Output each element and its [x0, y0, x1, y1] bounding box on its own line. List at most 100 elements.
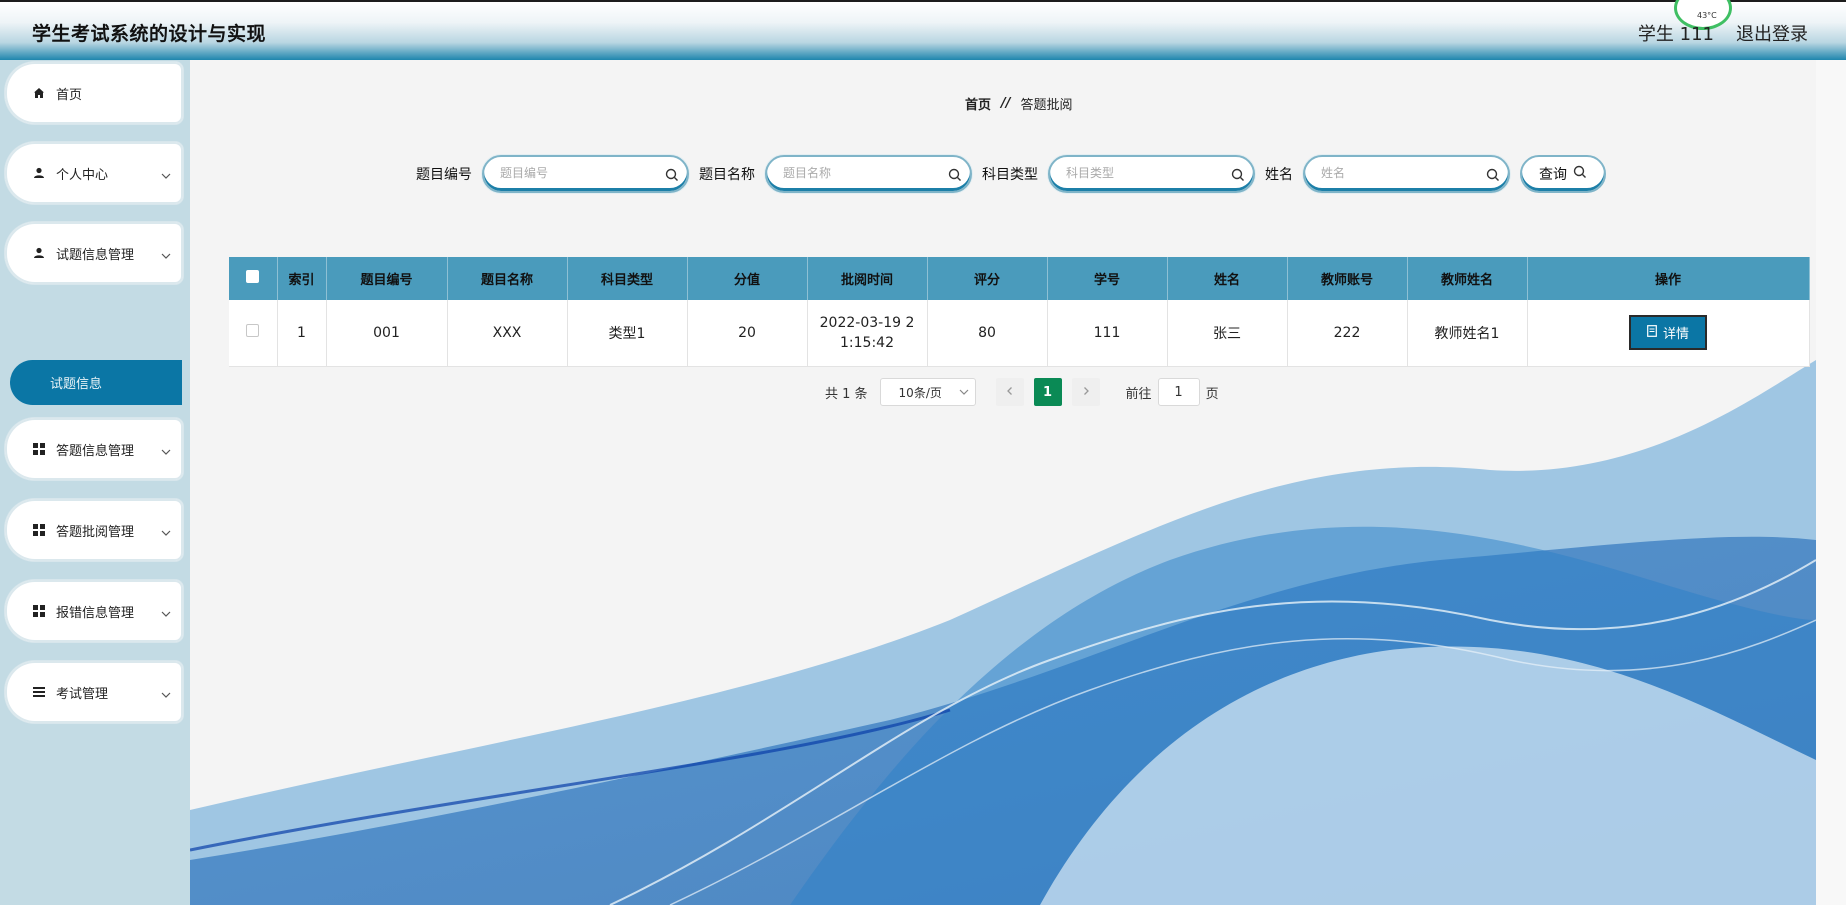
sidebar-item-answer-review[interactable]: 答题批阅管理	[5, 499, 183, 561]
user-icon	[32, 246, 46, 260]
results-table: 索引 题目编号 题目名称 科目类型 分值 批阅时间 评分 学号 姓名 教师账号 …	[229, 257, 1810, 367]
detail-button[interactable]: 详情	[1628, 315, 1707, 351]
cell-review-time: 2022-03-19 21:15:42	[807, 300, 928, 367]
column-header: 科目类型	[567, 257, 688, 300]
goto-label: 前往	[1125, 386, 1152, 402]
breadcrumb-home[interactable]: 首页	[965, 94, 991, 113]
chevron-down-icon	[161, 166, 171, 185]
prev-page-button[interactable]	[995, 378, 1024, 406]
column-header: 操作	[1527, 257, 1810, 300]
sidebar-item-label: 个人中心	[56, 167, 109, 183]
breadcrumb-separator: //	[1001, 96, 1011, 111]
row-select-cell[interactable]	[229, 300, 278, 367]
search-icon	[1486, 167, 1500, 186]
chevron-down-icon	[161, 246, 171, 265]
list-icon	[32, 685, 46, 699]
user-area: 学生 111 退出登录	[1638, 20, 1808, 46]
type-input[interactable]	[1066, 166, 1226, 180]
cell-score-value: 20	[687, 300, 808, 367]
sidebar-item-home[interactable]: 首页	[5, 62, 183, 124]
logout-link[interactable]: 退出登录	[1736, 20, 1808, 46]
goto-page-input[interactable]: 1	[1157, 378, 1200, 406]
search-label-code: 题目编号	[416, 167, 472, 183]
sidebar-item-label: 试题信息管理	[56, 247, 135, 263]
query-button[interactable]: 查询	[1520, 155, 1606, 193]
column-header: 分值	[687, 257, 808, 300]
sidebar-item-label: 报错信息管理	[56, 605, 135, 621]
chevron-down-icon	[161, 442, 171, 461]
breadcrumb: 首页 // 答题批阅	[965, 94, 1073, 113]
table-header-row: 索引 题目编号 题目名称 科目类型 分值 批阅时间 评分 学号 姓名 教师账号 …	[229, 257, 1810, 300]
name-input[interactable]	[783, 166, 943, 180]
code-input[interactable]	[500, 166, 660, 180]
query-button-label: 查询	[1539, 167, 1567, 183]
search-icon	[1231, 167, 1245, 186]
chevron-down-icon	[161, 604, 171, 623]
home-icon	[32, 86, 46, 100]
user-icon	[32, 166, 46, 180]
page-size-select[interactable]: 10条/页	[879, 378, 976, 406]
table-row: 1 001 XXX 类型1 20 2022-03-19 21:15:42 80 …	[229, 300, 1810, 367]
sidebar-item-question-info[interactable]: 试题信息管理	[5, 222, 183, 284]
sidebar: 首页 个人中心 试题信息管理 试题信息 答题信息管理 答题批阅管理 报错信息管理…	[0, 60, 190, 905]
search-field-code[interactable]	[482, 155, 689, 193]
sidebar-subitem-question-info[interactable]: 试题信息	[10, 360, 182, 405]
search-field-name[interactable]	[765, 155, 972, 193]
select-all-cell[interactable]	[229, 257, 278, 300]
column-header: 评分	[927, 257, 1048, 300]
next-page-button[interactable]	[1071, 378, 1100, 406]
cell-code: 001	[326, 300, 448, 367]
sidebar-item-personal-center[interactable]: 个人中心	[5, 142, 183, 204]
pagination-total: 共 1 条	[825, 386, 868, 402]
cell-teacher-name: 教师姓名1	[1407, 300, 1528, 367]
search-label-name: 题目名称	[699, 167, 755, 183]
column-header: 姓名	[1167, 257, 1288, 300]
column-header: 教师账号	[1287, 257, 1408, 300]
cell-teacher-account: 222	[1287, 300, 1408, 367]
sidebar-subitem-label: 试题信息	[49, 377, 102, 392]
breadcrumb-current: 答题批阅	[1020, 98, 1073, 113]
document-icon	[1647, 324, 1657, 341]
app-title: 学生考试系统的设计与实现	[32, 23, 267, 45]
grid-icon	[32, 442, 46, 456]
search-field-type[interactable]	[1048, 155, 1255, 193]
cell-index: 1	[277, 300, 327, 367]
sidebar-item-answer-info[interactable]: 答题信息管理	[5, 418, 183, 480]
page-size-value: 10条/页	[898, 385, 942, 400]
chevron-right-icon	[1081, 385, 1091, 400]
chevron-down-icon	[959, 386, 969, 400]
sidebar-item-label: 答题信息管理	[56, 443, 135, 459]
page-suffix: 页	[1205, 386, 1219, 402]
grid-icon	[32, 604, 46, 618]
column-header: 题目名称	[447, 257, 568, 300]
sidebar-item-label: 首页	[56, 87, 83, 103]
search-field-student-name[interactable]	[1303, 155, 1510, 193]
cell-type: 类型1	[567, 300, 688, 367]
student-name-input[interactable]	[1321, 166, 1481, 180]
user-label: 学生 111	[1637, 24, 1714, 45]
cell-name: XXX	[447, 300, 568, 367]
search-icon	[665, 167, 679, 186]
sidebar-item-exam[interactable]: 考试管理	[5, 661, 183, 723]
select-all-checkbox[interactable]	[246, 270, 260, 283]
temperature-text: 43°C	[1697, 11, 1717, 20]
sidebar-item-label: 考试管理	[56, 686, 109, 702]
page-number-active[interactable]: 1	[1033, 378, 1062, 406]
chevron-left-icon	[1005, 385, 1015, 400]
column-header: 学号	[1047, 257, 1168, 300]
goto-page-value: 1	[1174, 384, 1183, 400]
sidebar-item-error-report[interactable]: 报错信息管理	[5, 580, 183, 642]
right-scroll-strip	[1816, 60, 1846, 905]
chevron-down-icon	[161, 685, 171, 704]
pagination: 共 1 条 10条/页 1 前往 1 页	[825, 378, 1219, 406]
chevron-down-icon	[161, 523, 171, 542]
grid-icon	[32, 523, 46, 537]
search-icon	[1573, 165, 1587, 183]
search-label-type: 科目类型	[982, 167, 1038, 183]
search-icon	[948, 167, 962, 186]
main-content: 首页 // 答题批阅 题目编号 题目名称 科目类型 姓名 查询	[190, 60, 1816, 905]
cell-rating: 80	[927, 300, 1048, 367]
search-bar: 题目编号 题目名称 科目类型 姓名 查询	[416, 155, 1606, 193]
column-header: 教师姓名	[1407, 257, 1528, 300]
row-checkbox[interactable]	[246, 324, 260, 338]
